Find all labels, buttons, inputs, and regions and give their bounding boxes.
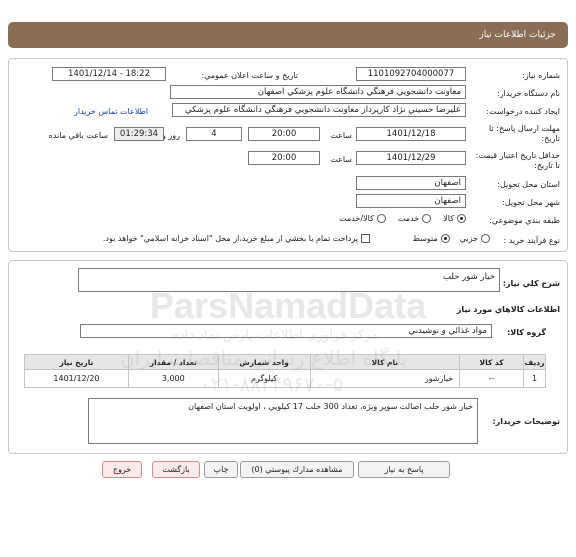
page-title: جزئيات اطلاعات نياز [479,30,556,40]
cell-row: 1 [523,369,546,388]
creator-field: عليرضا حسيني نژاد كارپرداز معاونت دانشجو… [172,103,466,117]
exit-button[interactable]: خروج [102,461,142,478]
category-option-goods-service[interactable]: كالا/خدمت [339,214,386,223]
city-field: اصفهان [356,194,466,208]
watermark-line1: مركز فراوري اطلاعات پارس نماد داده [172,328,379,343]
process-label: نوع فرآيند خريد : [503,236,560,245]
radio-goods[interactable] [457,214,466,223]
col-row: رديف [523,354,546,370]
attachments-button[interactable]: مشاهده مدارك پيوستي (0) [240,461,354,478]
category-option-goods[interactable]: كالا [443,214,466,223]
creator-label: ايجاد كننده درخواست: [486,107,560,116]
validity-time-field: 20:00 [248,151,320,165]
need-number-field: 1101092704000077 [356,67,466,81]
remaining-label: ساعت باقي مانده [48,131,108,140]
print-button[interactable]: چاپ [204,461,238,478]
province-label: استان محل تحويل: [497,180,560,189]
days-label: روز و [162,131,180,140]
category-label: طبقه بندي موضوعي: [489,216,560,225]
radio-service[interactable] [422,214,432,223]
goods-group-label: گروه كالا: [507,328,546,337]
deadline-date-field: 1401/12/18 [356,127,466,141]
validity-time-label: ساعت [330,155,352,164]
category-radio-group: كالا خدمت كالا/خدمت [339,214,466,223]
treasury-payment-option[interactable]: پرداخت تمام يا بخشي از مبلغ خريد،از محل … [103,234,370,243]
treasury-checkbox[interactable] [361,234,370,243]
deadline-time-label: ساعت [330,131,352,140]
back-button[interactable]: بازگشت [152,461,200,478]
process-option-medium[interactable]: متوسط [413,234,450,243]
col-code: كد كالا [459,354,525,370]
radio-goods-service[interactable] [376,214,386,223]
cell-code: -- [459,369,525,388]
city-label: شهر محل تحويل: [502,198,560,207]
days-field: 4 [186,127,242,141]
col-date: تاريخ نياز [24,354,129,370]
buyer-org-label: نام دستگاه خريدار: [497,89,560,98]
cell-date: 1401/12/20 [24,369,129,388]
province-field: اصفهان [356,176,466,190]
deadline-label: مهلت ارسال پاسخ: تا تاريخ: [488,124,560,143]
remaining-time-field: 01:29:34 [114,127,164,141]
announce-field: 1401/12/14 - 18:22 [52,67,166,81]
watermark-phone: ۰۲۱-۸۸۳۴۹۶۷۰-۵ [200,372,344,396]
need-number-label: شماره نياز: [522,71,560,80]
announce-label: تاريخ و ساعت اعلان عمومي: [201,71,298,80]
validity-label: حداقل تاريخ اعتبار قيمت: تا تاريخ: [475,151,560,170]
radio-minor[interactable] [481,234,490,243]
goods-section-title: اطلاعات كالاهاي مورد نياز [456,305,560,314]
process-radio-group: جزيي متوسط [413,234,490,243]
buyer-notes-label: توضيحات خريدار: [492,417,560,426]
watermark-line2: پايگاه اطلاع رساني مناقصات ايران [120,346,408,370]
validity-date-field: 1401/12/29 [356,151,466,165]
process-option-minor[interactable]: جزيي [460,234,490,243]
radio-medium[interactable] [440,234,450,243]
reply-button[interactable]: پاسخ به نياز [358,461,450,478]
page-header: جزئيات اطلاعات نياز [8,22,568,48]
buyer-contact-link[interactable]: اطلاعات تماس خريدار [74,107,148,116]
watermark-brand: ParsNamadData [150,285,427,326]
buyer-org-field: معاونت دانشجويي فرهنگي دانشگاه علوم پزشك… [170,85,466,99]
treasury-note: پرداخت تمام يا بخشي از مبلغ خريد،از محل … [102,234,358,243]
deadline-time-field: 20:00 [248,127,320,141]
category-option-service[interactable]: خدمت [398,214,432,223]
description-label: شرح كلي نياز: [502,279,560,288]
buyer-notes-field: خيار شور حلب اصالت سوپر ويژه، تعداد 300 … [88,398,478,444]
